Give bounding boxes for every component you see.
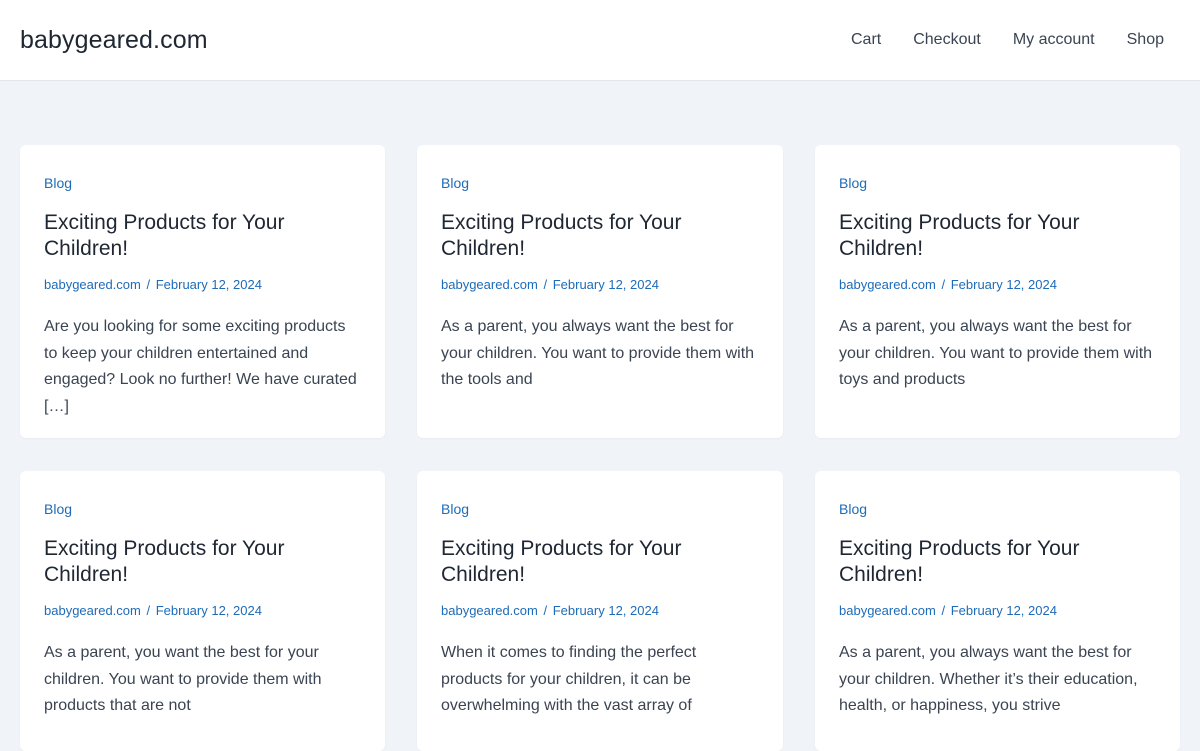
post-date-link[interactable]: February 12, 2024	[951, 277, 1057, 292]
post-grid: Blog Exciting Products for Your Children…	[20, 145, 1180, 751]
site-header: babygeared.com Cart Checkout My account …	[0, 0, 1200, 81]
post-card: Blog Exciting Products for Your Children…	[815, 471, 1180, 751]
post-author-link[interactable]: babygeared.com	[839, 603, 936, 618]
post-title[interactable]: Exciting Products for Your Children!	[839, 210, 1099, 262]
post-excerpt: As a parent, you always want the best fo…	[839, 644, 1138, 714]
post-card: Blog Exciting Products for Your Children…	[417, 471, 783, 751]
nav-link-checkout[interactable]: Checkout	[913, 31, 981, 49]
meta-separator: /	[543, 603, 548, 618]
post-excerpt: As a parent, you always want the best fo…	[839, 318, 1153, 388]
post-category-link[interactable]: Blog	[839, 500, 867, 518]
post-meta: babygeared.com / February 12, 2024	[44, 602, 361, 620]
post-excerpt: As a parent, you always want the best fo…	[441, 318, 755, 388]
post-category-link[interactable]: Blog	[44, 174, 72, 192]
post-date-link[interactable]: February 12, 2024	[553, 603, 659, 618]
meta-separator: /	[146, 277, 151, 292]
post-excerpt: As a parent, you want the best for your …	[44, 644, 322, 714]
post-title[interactable]: Exciting Products for Your Children!	[441, 210, 701, 262]
meta-separator: /	[941, 277, 946, 292]
post-meta: babygeared.com / February 12, 2024	[441, 602, 759, 620]
meta-separator: /	[543, 277, 548, 292]
main-nav: Cart Checkout My account Shop	[819, 31, 1164, 49]
post-author-link[interactable]: babygeared.com	[441, 277, 538, 292]
post-category-link[interactable]: Blog	[839, 174, 867, 192]
post-meta: babygeared.com / February 12, 2024	[44, 276, 361, 294]
post-author-link[interactable]: babygeared.com	[44, 603, 141, 618]
post-title[interactable]: Exciting Products for Your Children!	[441, 536, 701, 588]
post-meta: babygeared.com / February 12, 2024	[839, 276, 1156, 294]
post-author-link[interactable]: babygeared.com	[839, 277, 936, 292]
post-meta: babygeared.com / February 12, 2024	[839, 602, 1156, 620]
site-title-link[interactable]: babygeared.com	[20, 26, 208, 55]
post-date-link[interactable]: February 12, 2024	[156, 277, 262, 292]
post-author-link[interactable]: babygeared.com	[44, 277, 141, 292]
post-card: Blog Exciting Products for Your Children…	[417, 145, 783, 438]
post-category-link[interactable]: Blog	[441, 500, 469, 518]
post-author-link[interactable]: babygeared.com	[441, 603, 538, 618]
post-meta: babygeared.com / February 12, 2024	[441, 276, 759, 294]
nav-link-shop[interactable]: Shop	[1127, 31, 1164, 49]
post-title[interactable]: Exciting Products for Your Children!	[44, 536, 304, 588]
post-excerpt: When it comes to finding the perfect pro…	[441, 644, 697, 714]
post-category-link[interactable]: Blog	[44, 500, 72, 518]
nav-link-cart[interactable]: Cart	[851, 31, 881, 49]
nav-link-my-account[interactable]: My account	[1013, 31, 1095, 49]
post-card: Blog Exciting Products for Your Children…	[20, 145, 385, 438]
post-card: Blog Exciting Products for Your Children…	[20, 471, 385, 751]
post-date-link[interactable]: February 12, 2024	[156, 603, 262, 618]
meta-separator: /	[941, 603, 946, 618]
post-title[interactable]: Exciting Products for Your Children!	[44, 210, 304, 262]
post-date-link[interactable]: February 12, 2024	[951, 603, 1057, 618]
post-category-link[interactable]: Blog	[441, 174, 469, 192]
post-title[interactable]: Exciting Products for Your Children!	[839, 536, 1099, 588]
post-date-link[interactable]: February 12, 2024	[553, 277, 659, 292]
post-excerpt: Are you looking for some exciting produc…	[44, 318, 357, 415]
meta-separator: /	[146, 603, 151, 618]
post-card: Blog Exciting Products for Your Children…	[815, 145, 1180, 438]
